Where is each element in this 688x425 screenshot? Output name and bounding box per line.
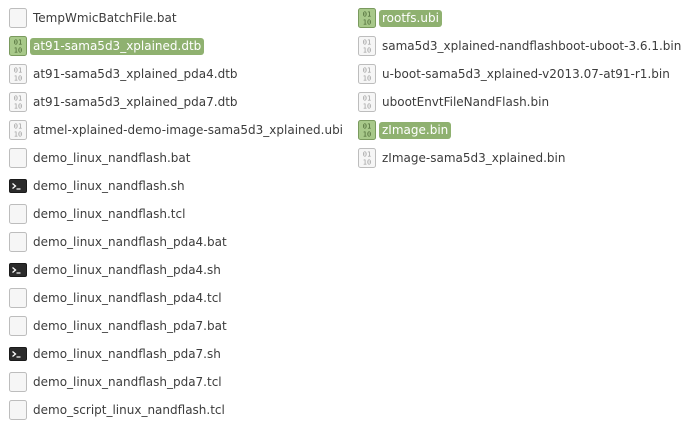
file-item[interactable]: demo_linux_nandflash.bat <box>8 144 346 172</box>
file-item[interactable]: 01 10 atmel-xplained-demo-image-sama5d3_xp… <box>8 116 346 144</box>
file-item[interactable]: 01 10 rootfs.ubi <box>357 4 684 32</box>
file-item[interactable]: demo_linux_nandflash_pda7.bat <box>8 312 346 340</box>
blank-file-icon <box>9 400 27 420</box>
file-name: at91-sama5d3_xplained_pda4.dtb <box>33 66 238 81</box>
file-name: ubootEnvtFileNandFlash.bin <box>382 94 550 109</box>
file-name: demo_linux_nandflash_pda7.bat <box>33 318 227 333</box>
binary-file-icon: 0110 <box>358 148 376 168</box>
svg-text:10: 10 <box>14 103 22 111</box>
blank-file-icon <box>9 232 27 252</box>
file-item[interactable]: 01 10 sama5d3_xplained-nandflashboot-uboot… <box>357 32 684 60</box>
file-name: sama5d3_xplained-nandflashboot-uboot-3.6… <box>382 38 682 53</box>
terminal-icon <box>9 263 27 277</box>
svg-text:10: 10 <box>363 75 371 83</box>
svg-text:10: 10 <box>363 47 371 55</box>
file-name: demo_linux_nandflash.tcl <box>33 206 186 221</box>
file-column-left: TempWmicBatchFile.bat 01 10 at91-sama5d3_xp… <box>8 4 346 424</box>
file-name: u-boot-sama5d3_xplained-v2013.07-at91-r1… <box>382 66 670 81</box>
file-item[interactable]: 01 10 at91-sama5d3_xplained_pda7.dtb <box>8 88 346 116</box>
svg-text:01: 01 <box>14 39 22 47</box>
svg-text:01: 01 <box>363 95 371 103</box>
blank-file-icon <box>9 8 27 28</box>
file-item[interactable]: 01 10 at91-sama5d3_xplained_pda4.dtb <box>8 60 346 88</box>
svg-text:10: 10 <box>14 75 22 83</box>
file-item[interactable]: demo_script_linux_nandflash.tcl <box>8 396 346 424</box>
file-name: zImage.bin <box>379 121 452 139</box>
svg-text:01: 01 <box>14 95 22 103</box>
file-name: demo_linux_nandflash.sh <box>33 178 185 193</box>
file-item[interactable]: TempWmicBatchFile.bat <box>8 4 346 32</box>
file-name: demo_linux_nandflash.bat <box>33 150 191 165</box>
file-item[interactable]: 01 10 ubootEnvtFileNandFlash.bin <box>357 88 684 116</box>
blank-file-icon <box>9 316 27 336</box>
binary-file-icon: 0110 <box>358 36 376 56</box>
binary-file-icon: 0110 <box>9 120 27 140</box>
file-item[interactable]: demo_linux_nandflash_pda4.tcl <box>8 284 346 312</box>
file-item[interactable]: demo_linux_nandflash_pda4.bat <box>8 228 346 256</box>
file-item[interactable]: 01 10 at91-sama5d3_xplained.dtb <box>8 32 346 60</box>
file-name: demo_linux_nandflash_pda7.tcl <box>33 374 222 389</box>
file-name: rootfs.ubi <box>379 9 442 27</box>
file-item[interactable]: demo_linux_nandflash_pda4.sh <box>8 256 346 284</box>
file-name: demo_linux_nandflash_pda4.bat <box>33 234 227 249</box>
binary-file-icon: 0110 <box>358 64 376 84</box>
file-item[interactable]: demo_linux_nandflash.tcl <box>8 200 346 228</box>
blank-file-icon <box>9 148 27 168</box>
file-item[interactable]: demo_linux_nandflash.sh <box>8 172 346 200</box>
file-name: atmel-xplained-demo-image-sama5d3_xplain… <box>33 122 344 137</box>
file-name: demo_linux_nandflash_pda4.tcl <box>33 290 222 305</box>
terminal-icon <box>9 179 27 193</box>
svg-text:01: 01 <box>363 67 371 75</box>
binary-file-icon: 0110 <box>358 8 376 28</box>
file-item[interactable]: 01 10 zImage.bin <box>357 116 684 144</box>
svg-text:10: 10 <box>14 47 22 55</box>
file-name: demo_linux_nandflash_pda7.sh <box>33 346 221 361</box>
file-name: demo_script_linux_nandflash.tcl <box>33 402 225 417</box>
blank-file-icon <box>9 204 27 224</box>
svg-text:01: 01 <box>363 123 371 131</box>
file-name: TempWmicBatchFile.bat <box>33 10 177 25</box>
terminal-icon <box>9 347 27 361</box>
svg-text:01: 01 <box>14 123 22 131</box>
binary-file-icon: 0110 <box>358 92 376 112</box>
svg-text:01: 01 <box>363 39 371 47</box>
blank-file-icon <box>9 372 27 392</box>
file-name: at91-sama5d3_xplained.dtb <box>30 37 205 55</box>
file-item[interactable]: demo_linux_nandflash_pda7.tcl <box>8 368 346 396</box>
file-item[interactable]: 01 10 zImage-sama5d3_xplained.bin <box>357 144 684 172</box>
file-name: at91-sama5d3_xplained_pda7.dtb <box>33 94 238 109</box>
file-item[interactable]: 01 10 u-boot-sama5d3_xplained-v2013.07-at9… <box>357 60 684 88</box>
binary-file-icon: 0110 <box>9 92 27 112</box>
svg-text:10: 10 <box>363 19 371 27</box>
file-column-right: 01 10 rootfs.ubi 01 10 sama5d3_xplained-nandf… <box>357 4 684 172</box>
blank-file-icon <box>9 288 27 308</box>
svg-text:01: 01 <box>14 67 22 75</box>
svg-text:10: 10 <box>14 131 22 139</box>
binary-file-icon: 0110 <box>358 120 376 140</box>
svg-text:10: 10 <box>363 103 371 111</box>
file-name: zImage-sama5d3_xplained.bin <box>382 150 566 165</box>
binary-file-icon: 0110 <box>9 64 27 84</box>
file-item[interactable]: demo_linux_nandflash_pda7.sh <box>8 340 346 368</box>
svg-text:01: 01 <box>363 151 371 159</box>
file-name: demo_linux_nandflash_pda4.sh <box>33 262 221 277</box>
binary-file-icon: 0110 <box>9 36 27 56</box>
svg-text:01: 01 <box>363 11 371 19</box>
svg-text:10: 10 <box>363 131 371 139</box>
svg-text:10: 10 <box>363 159 371 167</box>
